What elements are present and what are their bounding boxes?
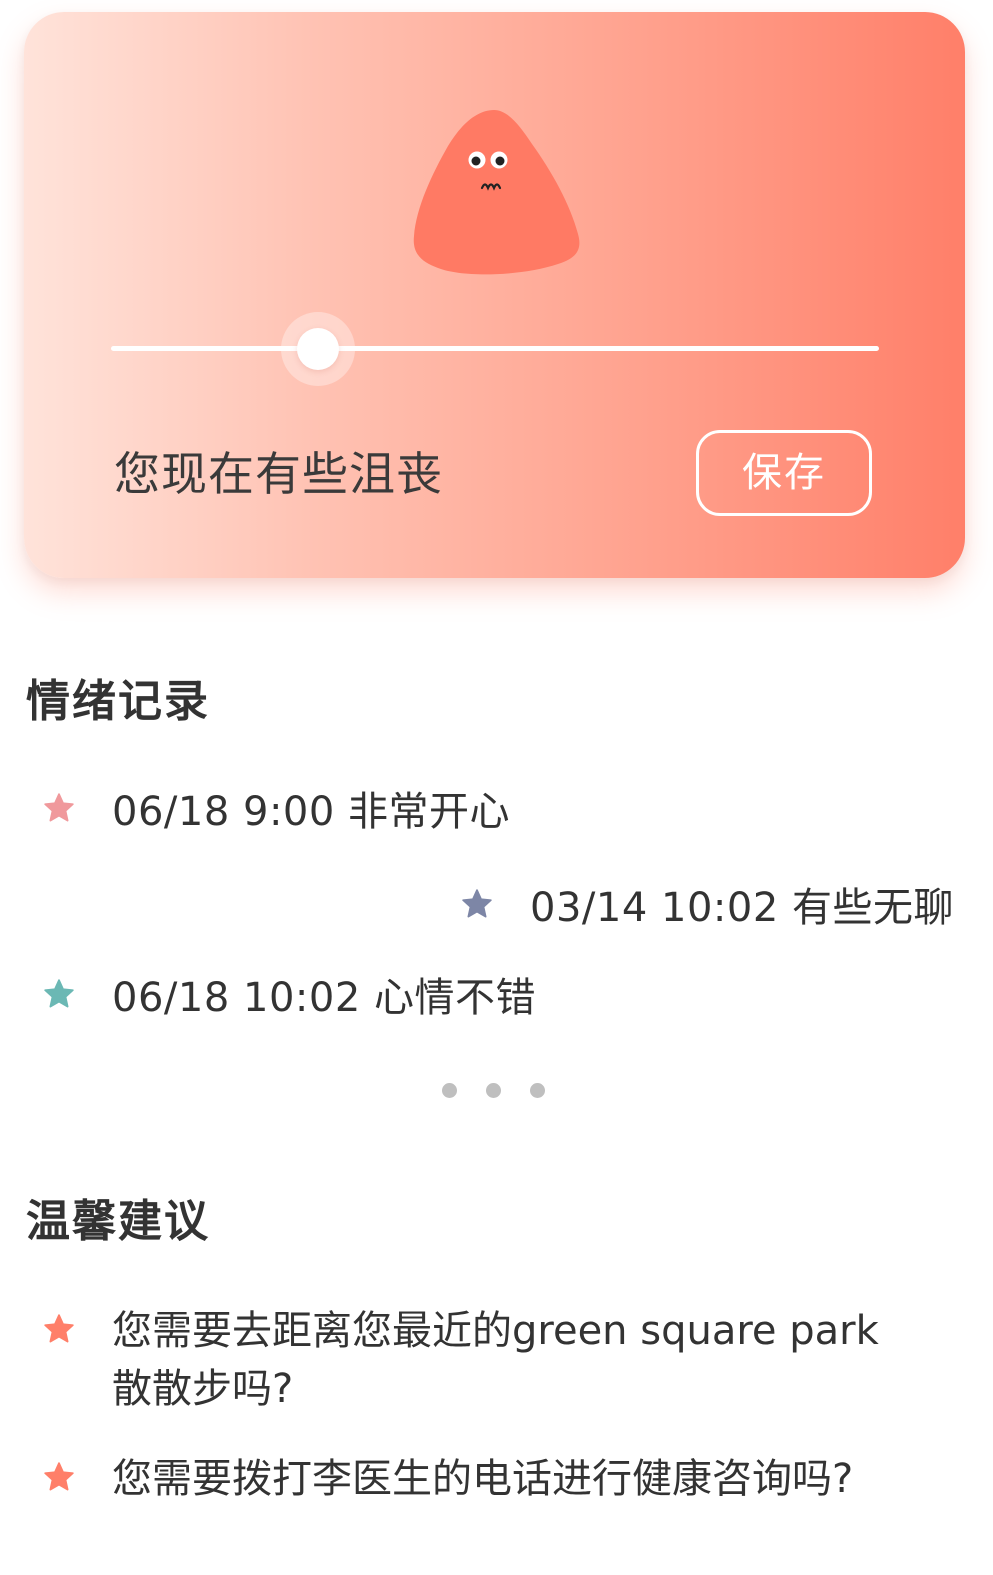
- mood-card: 您现在有些沮丧 保存: [24, 12, 965, 578]
- record-text: 03/14 10:02 有些无聊: [530, 885, 954, 931]
- mood-slider-track[interactable]: [111, 346, 879, 351]
- star-icon: [462, 889, 492, 918]
- sad-blob-icon: [413, 110, 580, 275]
- more-records-indicator[interactable]: [442, 1083, 545, 1098]
- suggestions-title: 温馨建议: [26, 1196, 210, 1247]
- record-item[interactable]: 03/14 10:02 有些无聊: [460, 876, 954, 932]
- star-icon: [44, 1462, 74, 1491]
- star-icon: [44, 1314, 74, 1343]
- dot: [442, 1083, 457, 1098]
- save-button[interactable]: 保存: [696, 430, 872, 516]
- records-title: 情绪记录: [26, 676, 210, 727]
- mood-status-text: 您现在有些沮丧: [114, 447, 443, 501]
- dot: [486, 1083, 501, 1098]
- star-icon: [44, 979, 74, 1008]
- suggestion-text: 您需要拨打李医生的电话进行健康咨询吗?: [112, 1456, 854, 1502]
- dot: [530, 1083, 545, 1098]
- record-text: 06/18 9:00 非常开心: [112, 789, 511, 835]
- suggestion-text: 您需要去距离您最近的green square park散散步吗?: [112, 1308, 879, 1412]
- record-item[interactable]: 06/18 10:02 心情不错: [42, 966, 536, 1022]
- record-text: 06/18 10:02 心情不错: [112, 975, 536, 1021]
- record-item[interactable]: 06/18 9:00 非常开心: [42, 780, 510, 836]
- star-icon: [44, 793, 74, 822]
